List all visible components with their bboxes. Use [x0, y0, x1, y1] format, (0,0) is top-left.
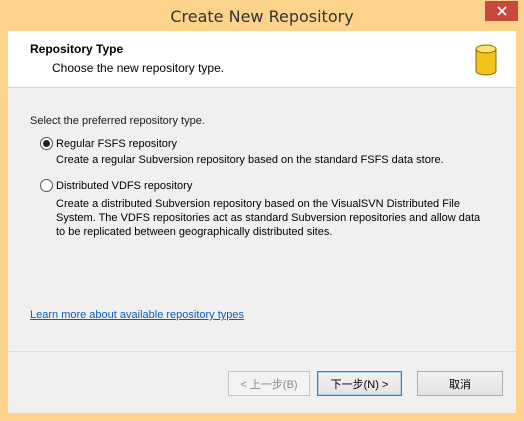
prompt-text: Select the preferred repository type.: [30, 115, 205, 127]
cancel-button[interactable]: 取消: [417, 371, 503, 396]
learn-more-link[interactable]: Learn more about available repository ty…: [30, 309, 244, 321]
vdfs-description-line: to be replicated between geographically …: [56, 226, 333, 238]
title-bar[interactable]: Create New Repository: [0, 0, 524, 31]
dialog-window: Create New Repository Repository Type Ch…: [0, 0, 524, 421]
back-button[interactable]: < 上一步(B): [228, 371, 310, 396]
close-button[interactable]: [485, 1, 518, 21]
vdfs-description: Create a distributed Subversion reposito…: [56, 197, 496, 239]
page-subtitle: Choose the new repository type.: [52, 61, 225, 75]
radio-vdfs-label[interactable]: Distributed VDFS repository: [56, 180, 192, 192]
next-button[interactable]: 下一步(N) >: [317, 371, 402, 396]
close-icon: [496, 6, 507, 16]
radio-fsfs-label[interactable]: Regular FSFS repository: [56, 138, 177, 150]
window-title: Create New Repository: [170, 7, 354, 26]
vdfs-description-line: Create a distributed Subversion reposito…: [56, 198, 460, 210]
database-icon: [475, 44, 497, 76]
wizard-header: Repository Type Choose the new repositor…: [8, 31, 516, 88]
radio-fsfs-button[interactable]: [40, 137, 53, 150]
page-title: Repository Type: [30, 42, 124, 56]
radio-vdfs[interactable]: Distributed VDFS repository: [40, 179, 192, 192]
footer-divider: [8, 351, 516, 352]
radio-vdfs-button[interactable]: [40, 179, 53, 192]
vdfs-description-line: System. The VDFS repositories act as sta…: [56, 212, 481, 224]
radio-fsfs[interactable]: Regular FSFS repository: [40, 137, 177, 150]
fsfs-description: Create a regular Subversion repository b…: [56, 154, 444, 166]
dialog-client-area: Repository Type Choose the new repositor…: [8, 31, 516, 413]
wizard-body: Select the preferred repository type. Re…: [8, 89, 516, 351]
